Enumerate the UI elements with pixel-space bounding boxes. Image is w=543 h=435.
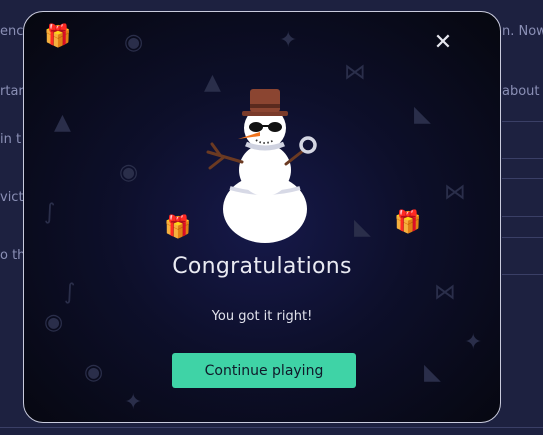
background-text: o th bbox=[0, 248, 26, 263]
background-text: n. Now bbox=[502, 24, 543, 39]
ornament-icon: ◉ bbox=[119, 160, 139, 185]
background-text: in t bbox=[0, 132, 22, 147]
gift-icon: 🎁 bbox=[394, 210, 422, 235]
bow-icon: ⋈ bbox=[444, 180, 466, 205]
sock-icon: ◣ bbox=[424, 360, 441, 385]
tree-icon: ▲ bbox=[54, 110, 71, 135]
background-divider bbox=[502, 274, 543, 275]
candy-icon: ∫ bbox=[44, 200, 56, 225]
background-divider bbox=[0, 427, 543, 428]
modal-message: You got it right! bbox=[211, 309, 313, 324]
sock-icon: ◣ bbox=[414, 102, 431, 127]
congratulations-modal: 🎁 ◉ ▲ ✦ ⋈ ◣ ▲ ◉ ∫ 🎁 ◣ ⋈ 🎁 ∫ ◉ ⋈ ◉ ◣ ✦ ✦ … bbox=[23, 11, 501, 423]
background-divider bbox=[502, 178, 543, 179]
modal-title: Congratulations bbox=[172, 254, 352, 279]
bow-icon: ⋈ bbox=[434, 280, 456, 305]
background-text: rtar bbox=[0, 84, 24, 99]
star-icon: ✦ bbox=[279, 28, 298, 53]
background-divider bbox=[502, 158, 543, 159]
bow-icon: ⋈ bbox=[344, 60, 366, 85]
game-page: ence rtar in t vict o th n. Now about 🎁 … bbox=[0, 0, 543, 435]
background-text: about bbox=[502, 84, 540, 99]
close-icon[interactable]: ✕ bbox=[432, 32, 454, 54]
star-icon: ✦ bbox=[124, 390, 143, 415]
background-divider bbox=[502, 237, 543, 238]
ornament-icon: ◉ bbox=[84, 360, 104, 385]
background-divider bbox=[502, 216, 543, 217]
snowman-illustration bbox=[206, 89, 317, 243]
star-icon: ✦ bbox=[464, 330, 483, 355]
ornament-icon: ◉ bbox=[124, 30, 144, 55]
background-text: vict bbox=[0, 190, 24, 205]
candy-icon: ∫ bbox=[64, 280, 76, 305]
gift-icon: 🎁 bbox=[44, 24, 72, 49]
background-divider bbox=[502, 121, 543, 122]
continue-playing-button[interactable]: Continue playing bbox=[172, 353, 356, 388]
gift-icon: 🎁 bbox=[164, 215, 192, 240]
sock-icon: ◣ bbox=[354, 215, 371, 240]
